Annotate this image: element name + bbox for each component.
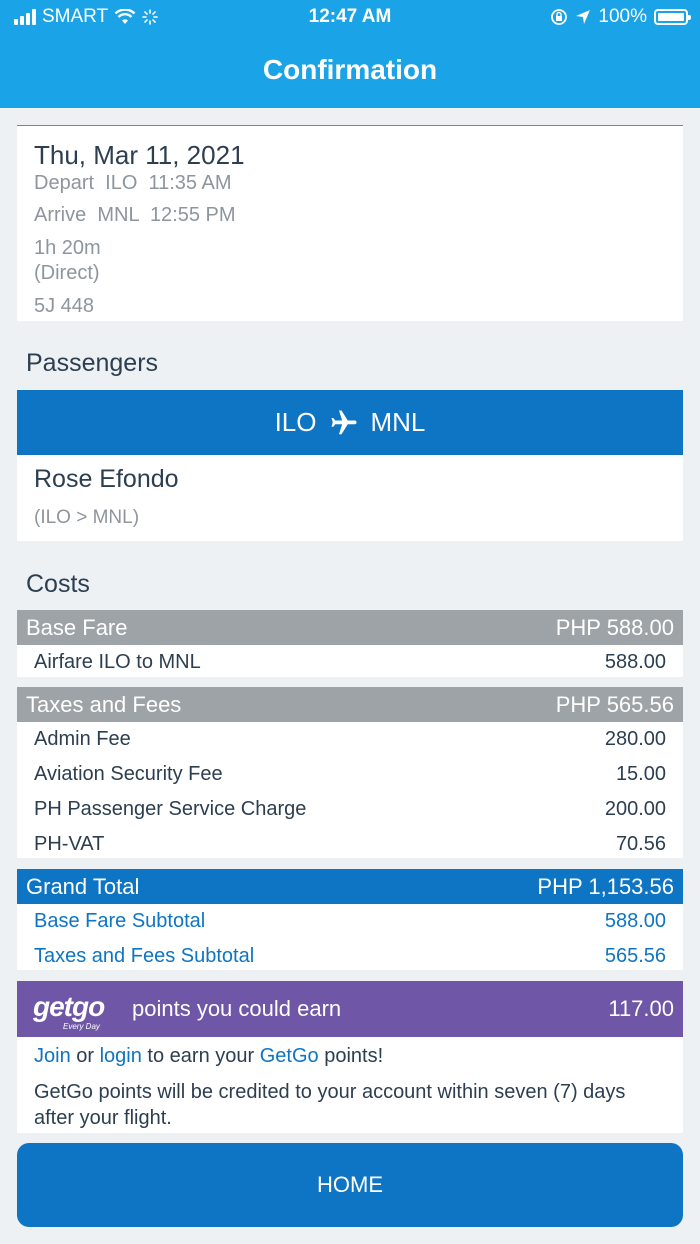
cost-value: 588.00: [604, 651, 666, 673]
cost-row: Admin Fee 280.00: [17, 722, 683, 757]
passenger-name: Rose Efondo: [34, 465, 179, 493]
grand-total-label: Grand Total: [26, 874, 140, 899]
cost-row: PH Passenger Service Charge 200.00: [17, 792, 683, 827]
getgo-note: GetGo points will be credited to your ac…: [34, 1081, 626, 1129]
getgo-link[interactable]: GetGo: [260, 1045, 319, 1067]
getgo-points-label: points you could earn: [132, 996, 342, 1021]
cost-label: Airfare ILO to MNL: [34, 651, 201, 673]
cta-text: or: [70, 1045, 100, 1067]
cost-value: 200.00: [604, 798, 666, 820]
subtotal-value: 565.56: [604, 945, 666, 967]
cta-text: points!: [318, 1045, 384, 1067]
costs-heading: Costs: [26, 570, 90, 598]
battery-icon: [654, 9, 691, 25]
join-link[interactable]: Join: [34, 1045, 71, 1067]
route-destination: MNL: [370, 407, 426, 437]
status-bar: SMART 12:47 AM 100%: [0, 0, 700, 36]
passengers-heading: Passengers: [26, 349, 159, 377]
cost-row: Taxes and Fees Subtotal 565.56: [17, 939, 683, 974]
cost-row: Aviation Security Fee 15.00: [17, 757, 683, 792]
flight-date: Thu, Mar 11, 2021: [34, 140, 245, 170]
getgo-info-card: Join or login to earn your GetGo points!…: [17, 1037, 683, 1133]
page-title: Confirmation: [262, 54, 438, 85]
flight-type: (Direct): [34, 262, 100, 284]
getgo-points-banner: getgo Every Day points you could earn 117…: [17, 981, 683, 1037]
taxes-label: Taxes and Fees: [26, 692, 182, 717]
taxes-amount: PHP 565.56: [555, 692, 674, 717]
base-fare-amount: PHP 588.00: [555, 615, 674, 640]
cta-text: to earn your: [141, 1045, 260, 1067]
cost-value: 280.00: [604, 728, 666, 750]
route-header: ILO MNL: [17, 390, 683, 455]
flight-number: 5J 448: [34, 295, 95, 317]
passenger-route: (ILO > MNL): [34, 507, 140, 528]
base-fare-list: Airfare ILO to MNL 588.00: [17, 645, 683, 677]
getgo-cta: Join or login to earn your GetGo points!: [34, 1045, 383, 1068]
subtotal-value: 588.00: [604, 910, 666, 932]
taxes-header: Taxes and Fees PHP 565.56: [17, 687, 683, 722]
depart-info: Depart ILO 11:35 AM: [34, 172, 232, 194]
grand-total-header: Grand Total PHP 1,153.56: [17, 869, 683, 904]
passenger-card: Rose Efondo (ILO > MNL): [17, 455, 683, 541]
base-fare-header: Base Fare PHP 588.00: [17, 610, 683, 645]
cost-label: Admin Fee: [34, 728, 131, 750]
subtotal-label: Base Fare Subtotal: [34, 910, 206, 932]
subtotal-label: Taxes and Fees Subtotal: [34, 945, 255, 967]
base-fare-label: Base Fare: [26, 615, 128, 640]
grand-total-amount: PHP 1,153.56: [537, 874, 674, 899]
airplane-icon: [331, 410, 356, 434]
location-arrow-icon: [576, 10, 591, 24]
cost-value: 70.56: [615, 833, 666, 855]
cost-label: PH Passenger Service Charge: [34, 798, 307, 820]
cost-row: Airfare ILO to MNL 588.00: [17, 645, 683, 680]
home-button[interactable]: HOME: [17, 1143, 683, 1227]
grand-total-list: Base Fare Subtotal 588.00 Taxes and Fees…: [17, 904, 683, 970]
battery-percent: 100%: [598, 6, 647, 27]
cost-row: PH-VAT 70.56: [17, 827, 683, 862]
flight-duration: 1h 20m: [34, 237, 101, 259]
cost-label: Aviation Security Fee: [34, 763, 223, 785]
cost-value: 15.00: [615, 763, 666, 785]
getgo-tagline: Every Day: [63, 1022, 100, 1031]
app-header: SMART 12:47 AM 100% Confirmation: [0, 0, 700, 108]
login-link[interactable]: login: [100, 1045, 142, 1067]
cost-label: PH-VAT: [34, 833, 105, 855]
orientation-lock-icon: [551, 9, 568, 25]
flight-summary-card: Thu, Mar 11, 2021 Depart ILO 11:35 AM Ar…: [17, 125, 683, 321]
getgo-points-value: 117.00: [608, 996, 674, 1021]
arrive-info: Arrive MNL 12:55 PM: [34, 204, 236, 226]
getgo-logo: getgo Every Day: [33, 991, 105, 1031]
cost-row: Base Fare Subtotal 588.00: [17, 904, 683, 939]
taxes-list: Admin Fee 280.00 Aviation Security Fee 1…: [17, 722, 683, 858]
route-origin: ILO: [274, 407, 317, 437]
